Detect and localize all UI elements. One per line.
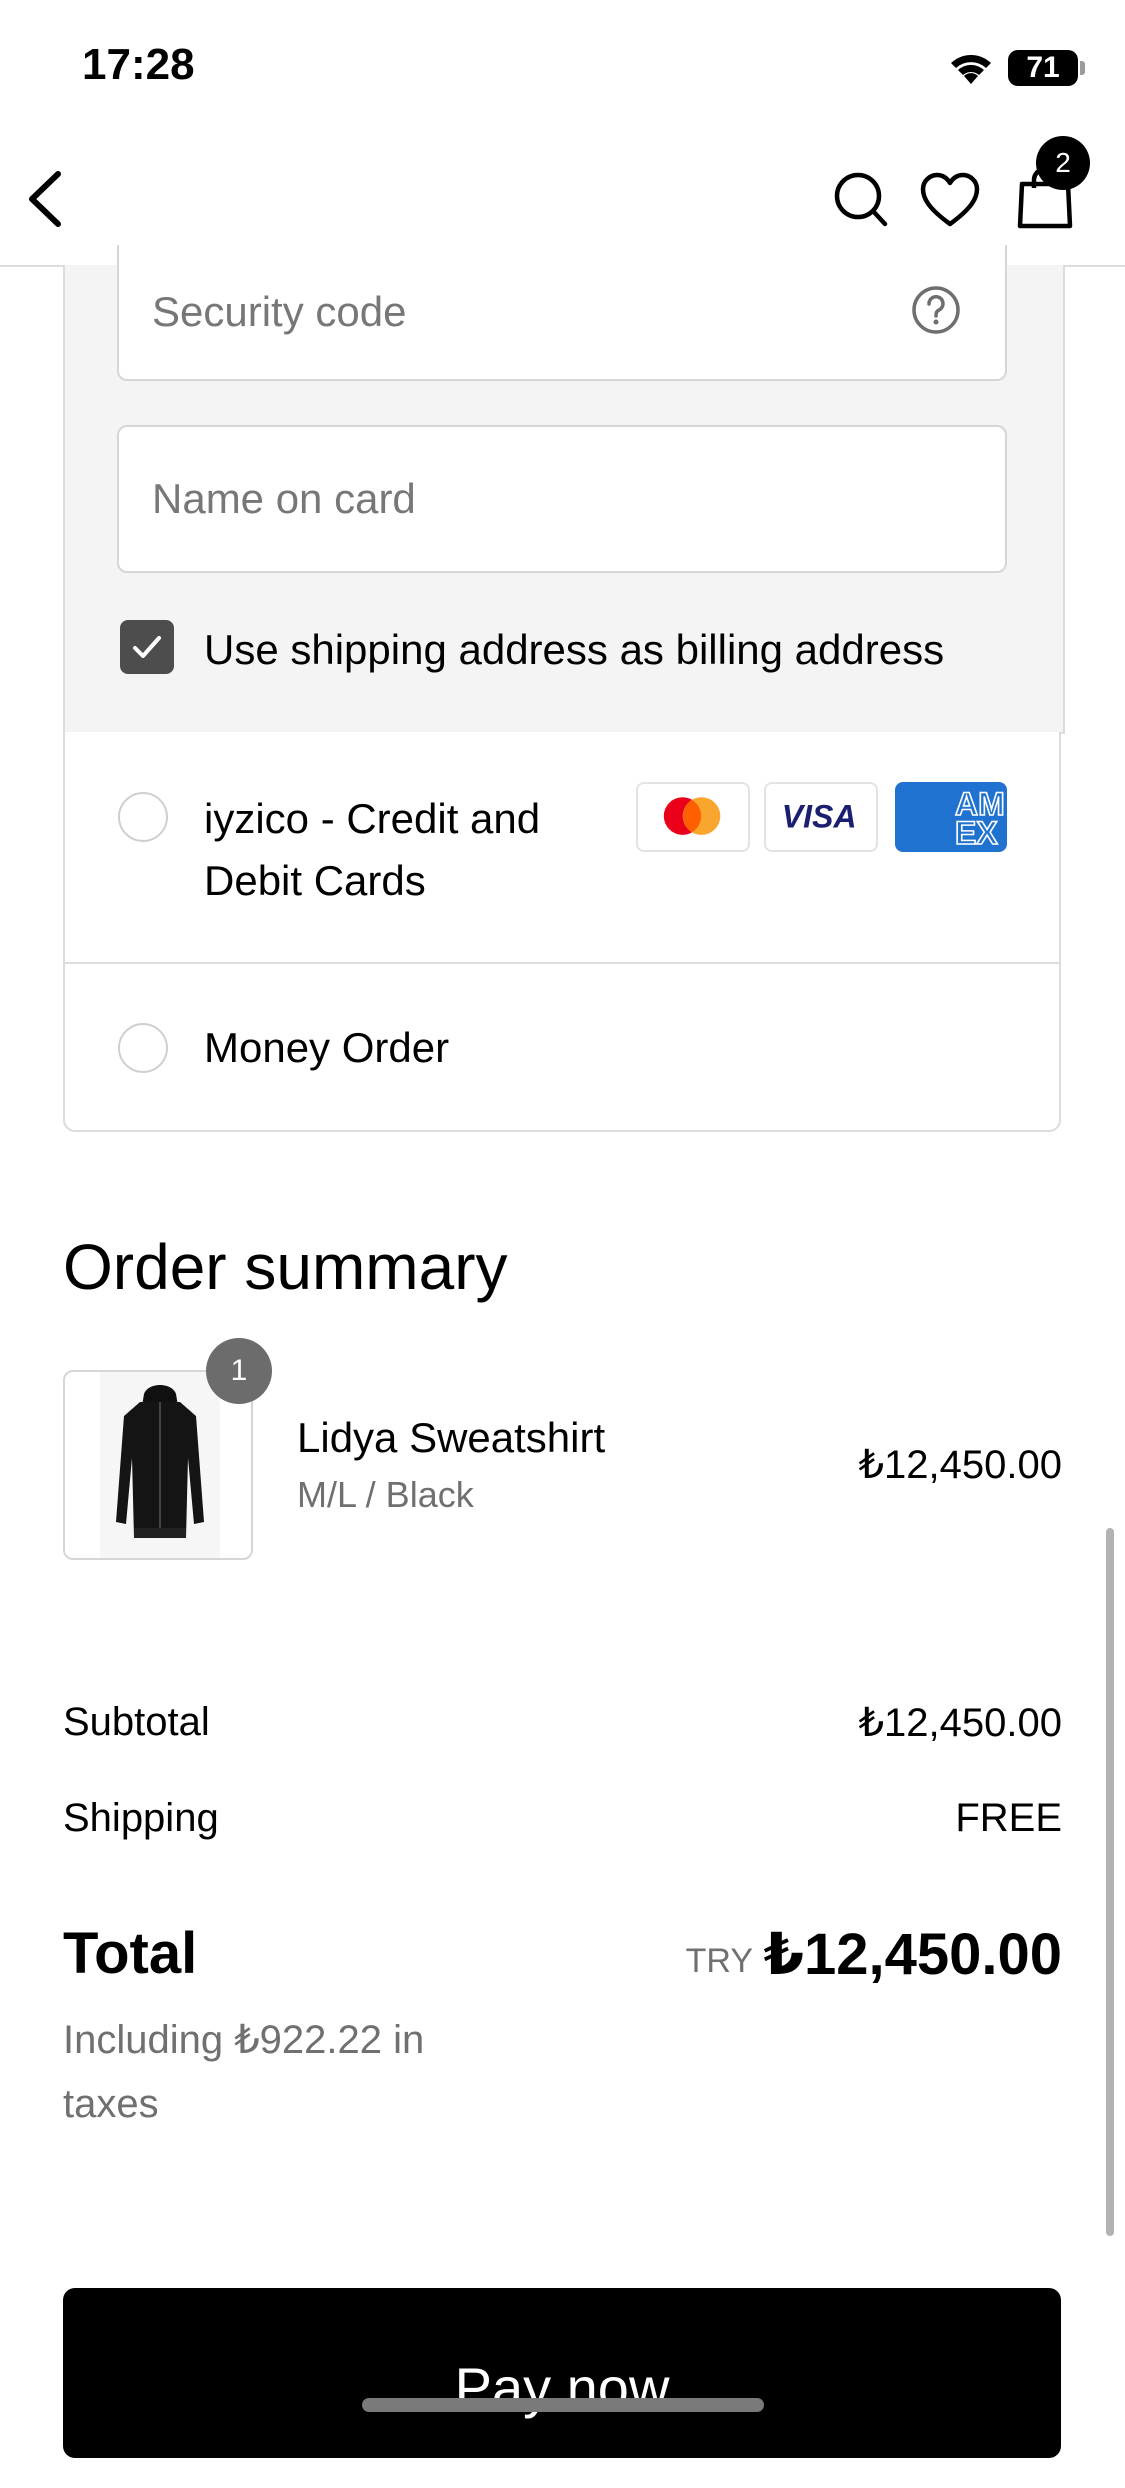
name-on-card-field[interactable] <box>117 425 1007 573</box>
shipping-label: Shipping <box>63 1796 219 1840</box>
home-indicator[interactable] <box>362 2398 764 2412</box>
product-price: ₺12,450.00 <box>858 1443 1062 1487</box>
total-label: Total <box>63 1921 198 1986</box>
iyzico-radio[interactable] <box>118 792 168 842</box>
sweatshirt-image <box>116 1385 204 1538</box>
scrollbar[interactable] <box>1106 1528 1114 2236</box>
order-summary-title: Order summary <box>63 1231 508 1303</box>
svg-text:EX: EX <box>955 815 998 851</box>
help-question-icon[interactable] <box>911 285 961 335</box>
mastercard-logo <box>636 782 750 852</box>
security-code-field[interactable] <box>117 245 1007 381</box>
battery-icon: 71 <box>1008 50 1085 86</box>
total-currency-code: TRY <box>685 1942 753 1980</box>
security-code-input[interactable] <box>152 245 861 379</box>
option-divider <box>63 962 1061 964</box>
money-order-option-label[interactable]: Money Order <box>204 1024 449 1072</box>
checkmark-icon <box>133 636 161 658</box>
subtotal-label: Subtotal <box>63 1700 210 1744</box>
product-variant: M/L / Black <box>297 1474 474 1515</box>
quantity-badge: 1 <box>206 1338 272 1404</box>
billing-address-label: Use shipping address as billing address <box>204 626 945 673</box>
status-time: 17:28 <box>82 40 195 89</box>
wishlist-heart-icon[interactable] <box>920 172 980 228</box>
pay-now-button[interactable]: Pay now <box>63 2288 1061 2458</box>
subtotal-value: ₺12,450.00 <box>858 1701 1062 1745</box>
product-name: Lidya Sweatshirt <box>297 1414 606 1461</box>
money-order-radio[interactable] <box>118 1023 168 1073</box>
iyzico-option-label[interactable]: iyzico - Credit and Debit Cards <box>204 788 604 912</box>
battery-level: 71 <box>1026 51 1060 84</box>
shipping-value: FREE <box>955 1796 1062 1840</box>
total-value: ₺12,450.00 <box>763 1922 1062 1987</box>
taxes-note: Including ₺922.22 in taxes <box>63 2018 425 2126</box>
wifi-icon <box>951 55 991 84</box>
name-on-card-input[interactable] <box>152 427 861 571</box>
cart-count-badge: 2 <box>1036 136 1090 190</box>
billing-address-checkbox[interactable] <box>120 620 174 674</box>
visa-logo: VISA <box>764 782 878 852</box>
back-icon[interactable] <box>22 166 66 232</box>
visa-logo-text: VISA <box>782 798 857 834</box>
amex-logo: AM EX <box>895 782 1007 852</box>
search-icon[interactable] <box>832 170 888 228</box>
